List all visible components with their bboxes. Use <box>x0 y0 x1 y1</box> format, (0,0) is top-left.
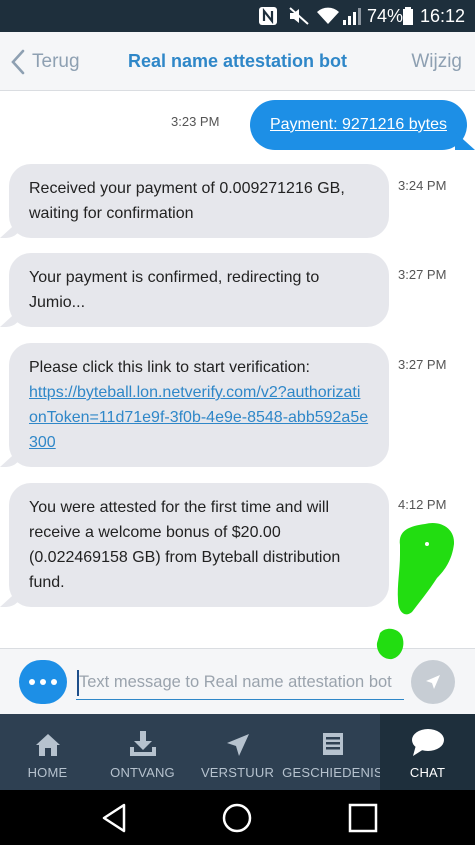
signal-icon <box>343 0 363 32</box>
history-icon <box>321 728 345 758</box>
incoming-message: Received your payment of 0.009271216 GB,… <box>9 164 389 238</box>
incoming-message: You were attested for the first time and… <box>9 483 389 607</box>
tab-receive[interactable]: ONTVANG <box>95 714 190 790</box>
incoming-message: Please click this link to start verifica… <box>9 343 389 467</box>
dot-icon <box>51 679 57 685</box>
wifi-icon <box>316 0 342 32</box>
outgoing-message: Payment: 9271216 bytes <box>249 100 467 150</box>
nav-recents-button[interactable] <box>343 790 383 845</box>
text-cursor <box>77 670 79 696</box>
square-recents-icon <box>348 803 378 832</box>
bottom-tab-bar: HOME ONTVANG VERSTUUR GESCHIEDENIS CHAT <box>0 714 475 790</box>
tab-label: ONTVANG <box>110 765 175 780</box>
message-timestamp: 4:12 PM <box>398 497 447 512</box>
message-text: Received your payment of 0.009271216 GB,… <box>29 180 345 222</box>
battery-icon <box>402 0 416 32</box>
incoming-message: Your payment is confirmed, redirecting t… <box>9 253 389 327</box>
dot-icon <box>40 679 46 685</box>
edit-button[interactable]: Wijzig <box>411 32 462 91</box>
message-text: Please click this link to start verifica… <box>29 359 310 376</box>
nfc-icon <box>258 0 282 32</box>
chevron-left-icon <box>11 49 25 74</box>
message-timestamp: 3:24 PM <box>398 178 447 193</box>
home-icon <box>35 728 61 758</box>
message-timestamp: 3:27 PM <box>398 267 447 282</box>
payment-link[interactable]: Payment: 9271216 bytes <box>270 116 447 133</box>
tab-label: CHAT <box>409 765 446 780</box>
back-label: Terug <box>32 50 80 72</box>
verification-link[interactable]: https://byteball.lon.netverify.com/v2?au… <box>29 384 368 451</box>
receive-icon <box>128 728 158 758</box>
back-button[interactable]: Terug <box>10 32 80 91</box>
tab-history[interactable]: GESCHIEDENIS <box>282 714 383 790</box>
nav-back-button[interactable] <box>94 790 134 845</box>
tab-label: HOME <box>27 765 68 780</box>
nav-home-button[interactable] <box>217 790 257 845</box>
send-button[interactable] <box>411 660 455 704</box>
chat-icon <box>411 728 445 758</box>
message-timestamp: 3:23 PM <box>171 114 220 129</box>
send-icon <box>225 728 251 758</box>
message-text: Your payment is confirmed, redirecting t… <box>29 269 320 311</box>
triangle-back-icon <box>102 803 126 832</box>
message-input[interactable] <box>76 666 404 700</box>
clock: 16:12 <box>420 5 466 26</box>
message-text: You were attested for the first time and… <box>29 499 341 591</box>
tab-label: GESCHIEDENIS <box>282 765 383 780</box>
message-list[interactable]: 3:23 PM Payment: 9271216 bytes Received … <box>0 91 475 648</box>
dot-icon <box>29 679 35 685</box>
system-navigation-bar <box>0 790 475 845</box>
battery-percent: 74% <box>367 5 404 26</box>
circle-home-icon <box>222 803 252 832</box>
message-composer <box>0 648 475 714</box>
tab-label: VERSTUUR <box>200 765 275 780</box>
more-options-button[interactable] <box>19 660 67 704</box>
tab-chat[interactable]: CHAT <box>380 714 475 790</box>
tab-home[interactable]: HOME <box>0 714 95 790</box>
chat-header: Terug Real name attestation bot Wijzig <box>0 32 475 91</box>
send-icon <box>426 675 440 689</box>
mute-icon <box>288 0 312 32</box>
tab-send[interactable]: VERSTUUR <box>190 714 285 790</box>
status-bar: 74% 16:12 <box>0 0 475 32</box>
message-timestamp: 3:27 PM <box>398 357 447 372</box>
